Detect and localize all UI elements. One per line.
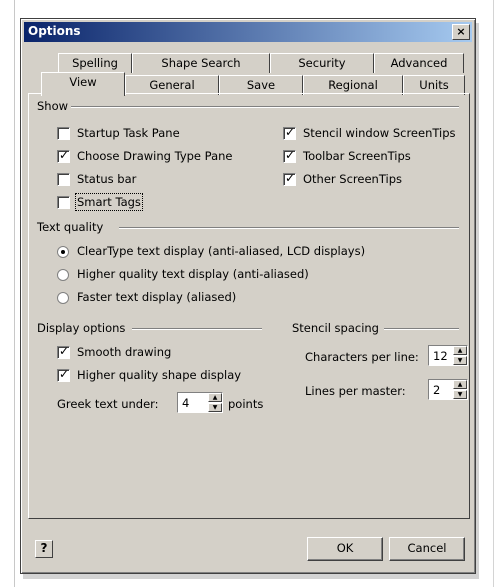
check-icon: ✓ (59, 367, 70, 381)
help-button[interactable]: ? (35, 540, 53, 558)
background-frame-right (493, 0, 494, 587)
spin-up-icon[interactable]: ▲ (453, 346, 467, 355)
check-icon: ✓ (59, 148, 70, 162)
startup-task-pane-label: Startup Task Pane (77, 126, 180, 140)
toolbar-screentips-label: Toolbar ScreenTips (303, 149, 411, 163)
cleartype-label: ClearType text display (anti-aliased, LC… (77, 244, 366, 258)
text-quality-group-label: Text quality (37, 220, 107, 234)
lines-per-master-spinner[interactable]: 2 ▲ ▼ (428, 379, 468, 400)
greek-text-value: 4 (182, 396, 190, 410)
greek-text-spinner[interactable]: 4 ▲ ▼ (177, 392, 223, 413)
smooth-drawing-checkbox[interactable]: ✓ (57, 344, 70, 359)
tab-spelling[interactable]: Spelling (58, 53, 132, 73)
background-frame-left (14, 0, 15, 587)
show-separator (59, 106, 459, 108)
higher-quality-text-label: Higher quality text display (anti-aliase… (77, 267, 309, 281)
text-quality-separator (119, 227, 459, 229)
higher-quality-text-radio[interactable] (57, 269, 69, 281)
characters-per-line-value: 12 (433, 349, 448, 363)
status-bar-label: Status bar (77, 172, 137, 186)
cleartype-radio[interactable] (57, 246, 69, 258)
tab-view[interactable]: View (41, 72, 125, 96)
greek-text-label: Greek text under: (57, 397, 159, 411)
characters-per-line-label: Characters per line: (305, 350, 419, 364)
stencil-spacing-separator (384, 328, 459, 330)
characters-per-line-spinner[interactable]: 12 ▲ ▼ (428, 345, 468, 366)
startup-task-pane-checkbox[interactable] (57, 127, 70, 140)
higher-quality-shape-checkbox[interactable]: ✓ (57, 367, 70, 382)
faster-text-label: Faster text display (aliased) (77, 290, 237, 304)
display-options-group-label: Display options (37, 321, 129, 335)
tab-shape-search[interactable]: Shape Search (132, 53, 270, 73)
stencil-spacing-group-label: Stencil spacing (292, 321, 382, 335)
close-button[interactable]: × (452, 24, 470, 40)
spinner-arrows: ▲ ▼ (453, 346, 467, 365)
spin-down-icon[interactable]: ▼ (453, 390, 467, 399)
other-screentips-label: Other ScreenTips (303, 172, 403, 186)
smooth-drawing-label: Smooth drawing (77, 345, 172, 359)
choose-drawing-type-pane-label: Choose Drawing Type Pane (77, 149, 233, 163)
spinner-arrows: ▲ ▼ (208, 393, 222, 412)
title-bar[interactable]: Options × (24, 22, 472, 42)
spin-up-icon[interactable]: ▲ (208, 393, 222, 402)
tab-regional[interactable]: Regional (303, 75, 403, 95)
higher-quality-shape-label: Higher quality shape display (77, 368, 242, 382)
lines-per-master-value: 2 (433, 383, 441, 397)
spinner-arrows: ▲ ▼ (453, 380, 467, 399)
window-title: Options (28, 24, 81, 38)
check-icon: ✓ (285, 125, 296, 139)
tab-units[interactable]: Units (403, 75, 465, 95)
ok-button[interactable]: OK (307, 537, 383, 561)
radio-selected-dot (61, 250, 65, 254)
status-bar-checkbox[interactable] (57, 173, 70, 186)
spin-up-icon[interactable]: ▲ (453, 380, 467, 389)
faster-text-radio[interactable] (57, 292, 69, 304)
spin-down-icon[interactable]: ▼ (208, 403, 222, 412)
display-options-separator (132, 328, 262, 330)
stencil-window-screentips-checkbox[interactable]: ✓ (283, 125, 296, 140)
tab-security[interactable]: Security (270, 53, 374, 73)
check-icon: ✓ (59, 344, 70, 358)
check-icon: ✓ (285, 148, 296, 162)
show-group-label: Show (37, 99, 72, 113)
check-icon: ✓ (285, 171, 296, 185)
greek-text-unit: points (228, 397, 264, 411)
other-screentips-checkbox[interactable]: ✓ (283, 171, 296, 186)
lines-per-master-label: Lines per master: (305, 384, 406, 398)
tab-save[interactable]: Save (219, 75, 303, 95)
tab-advanced[interactable]: Advanced (374, 53, 464, 73)
view-tab-page: Show Startup Task Pane ✓ Choose Drawing … (28, 93, 470, 519)
options-dialog: Options × Spelling Shape Search Security… (20, 18, 476, 574)
screenshot-stage: Options × Spelling Shape Search Security… (0, 0, 497, 587)
toolbar-screentips-checkbox[interactable]: ✓ (283, 148, 296, 163)
smart-tags-checkbox[interactable] (57, 196, 70, 209)
spin-down-icon[interactable]: ▼ (453, 356, 467, 365)
cancel-button[interactable]: Cancel (389, 537, 465, 561)
stencil-window-screentips-label: Stencil window ScreenTips (303, 126, 456, 140)
tab-general[interactable]: General (125, 75, 219, 95)
smart-tags-label: Smart Tags (75, 193, 143, 211)
choose-drawing-type-pane-checkbox[interactable]: ✓ (57, 148, 70, 163)
